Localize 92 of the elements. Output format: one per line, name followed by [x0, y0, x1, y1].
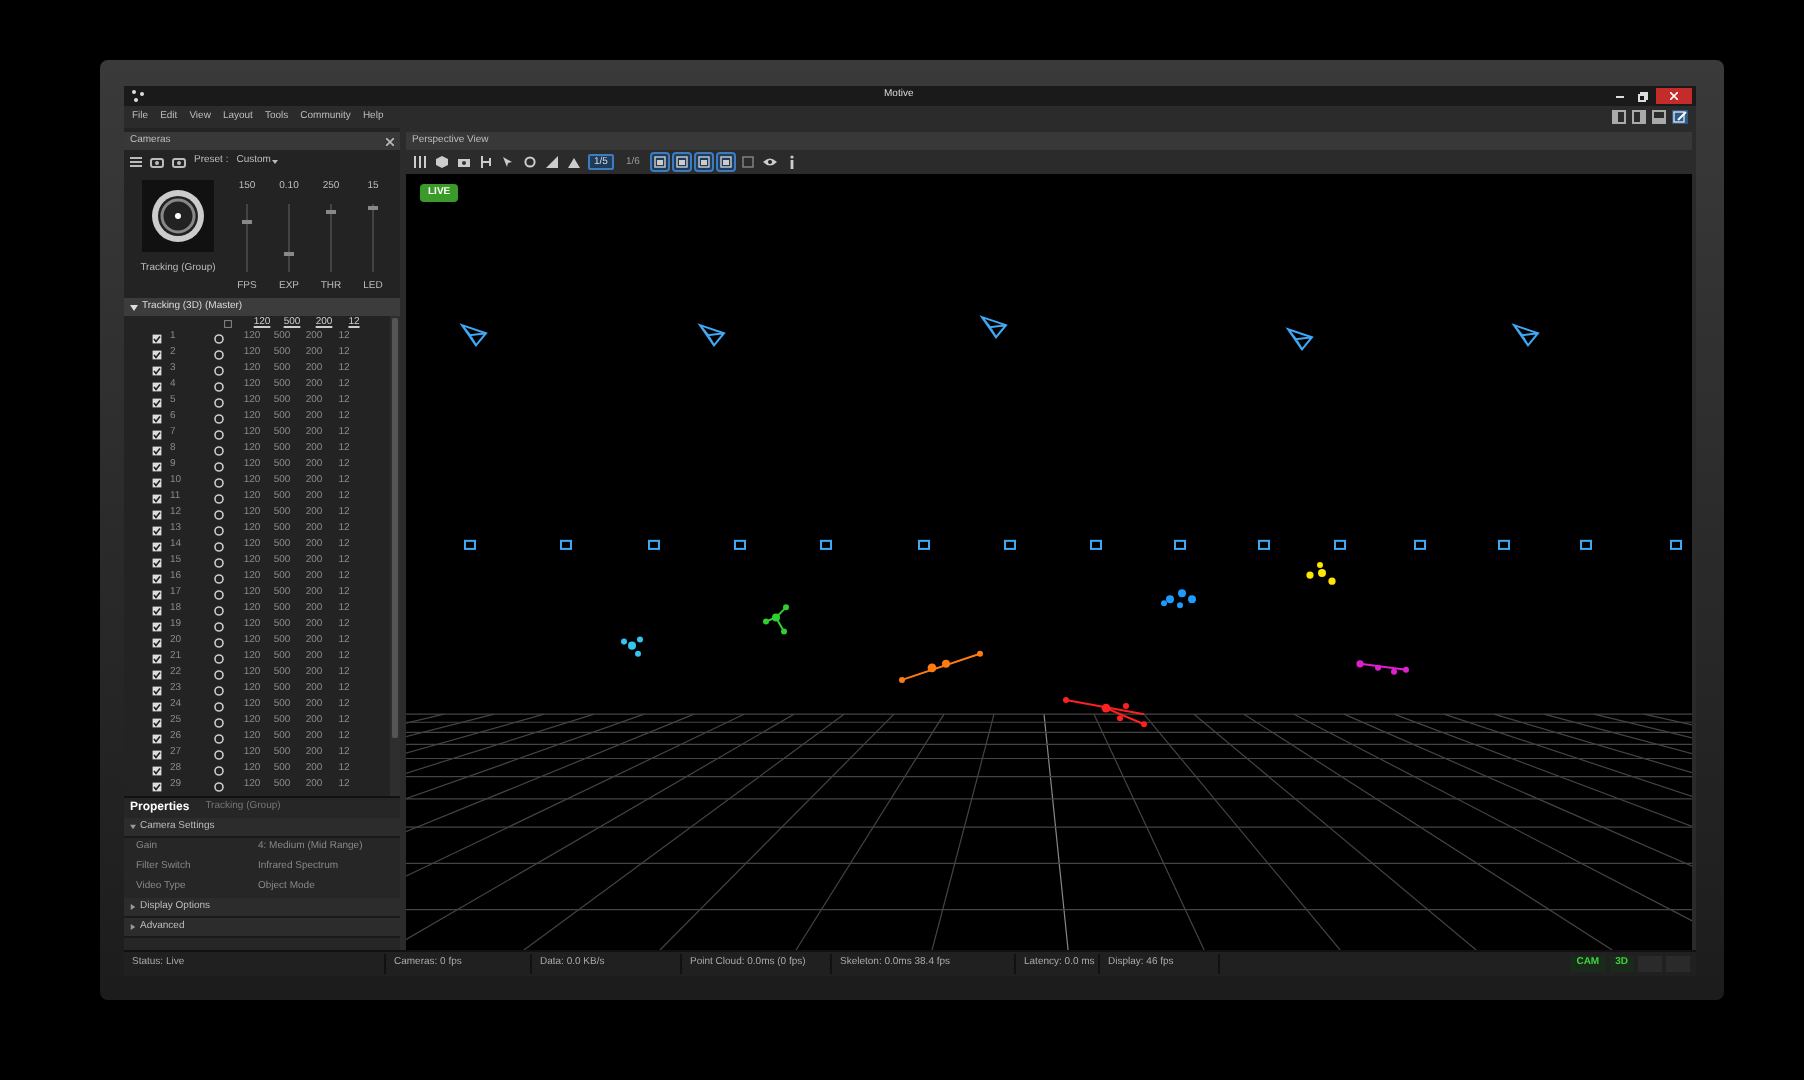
camera-icon[interactable] [172, 156, 186, 168]
checkbox[interactable] [152, 653, 162, 663]
caret-icon [272, 160, 279, 164]
close-icon[interactable] [386, 137, 394, 145]
slider-thumb[interactable] [326, 209, 336, 214]
checkbox[interactable] [152, 461, 162, 471]
rotate-icon[interactable] [522, 154, 538, 170]
layout-icon[interactable] [1632, 110, 1646, 124]
camera-frustum-icon[interactable] [461, 324, 488, 347]
marker-cluster[interactable] [763, 604, 789, 635]
slider-thumb[interactable] [368, 206, 378, 211]
camera-frustum-icon[interactable] [1513, 324, 1540, 347]
checkbox[interactable] [152, 381, 162, 391]
checkbox[interactable] [152, 397, 162, 407]
minimize-icon [1616, 95, 1624, 97]
list-icon[interactable] [130, 156, 142, 168]
camera-icon[interactable] [918, 539, 930, 550]
marker-cluster[interactable] [1063, 697, 1147, 728]
camera-icon[interactable] [1414, 539, 1426, 550]
camera-frustum-icon[interactable] [981, 316, 1008, 339]
camera-icon[interactable] [1670, 539, 1682, 550]
cube-icon[interactable] [434, 154, 450, 170]
cursor-icon[interactable] [500, 154, 516, 170]
camera-icon[interactable] [820, 539, 832, 550]
scrollbar[interactable] [390, 316, 400, 796]
marker-cluster[interactable] [1306, 562, 1336, 585]
camera-icon[interactable] [1498, 539, 1510, 550]
layout-icon[interactable] [1652, 110, 1666, 124]
camera-icon[interactable] [734, 539, 746, 550]
camera-icon[interactable] [464, 539, 476, 550]
checkbox[interactable] [152, 637, 162, 647]
checkbox[interactable] [152, 509, 162, 519]
checkbox[interactable] [152, 605, 162, 615]
checkbox[interactable] [152, 765, 162, 775]
caret-icon[interactable] [130, 904, 136, 910]
checkbox[interactable] [152, 333, 162, 343]
layout-icon[interactable] [1612, 110, 1626, 124]
checkbox[interactable] [152, 669, 162, 679]
caret-icon[interactable] [130, 824, 136, 830]
view-icon[interactable] [673, 154, 690, 170]
camera-icon[interactable] [1580, 539, 1592, 550]
camera-icon[interactable] [560, 539, 572, 550]
restore-button[interactable] [1634, 88, 1650, 104]
marker-cluster[interactable] [1161, 589, 1196, 609]
checkbox[interactable] [152, 557, 162, 567]
camera-icon[interactable] [1334, 539, 1346, 550]
checkbox[interactable] [152, 349, 162, 359]
close-button[interactable] [1656, 88, 1692, 104]
checkbox[interactable] [152, 573, 162, 583]
camera-icon[interactable] [456, 154, 472, 170]
checkbox[interactable] [152, 445, 162, 455]
app-logo-icon [132, 90, 144, 102]
corner-icon[interactable] [544, 154, 560, 170]
checkbox[interactable] [152, 621, 162, 631]
checkbox[interactable] [152, 541, 162, 551]
marker-cluster[interactable] [1356, 660, 1409, 675]
checkbox[interactable] [152, 429, 162, 439]
tree-icon[interactable] [478, 154, 494, 170]
checkbox[interactable] [152, 589, 162, 599]
camera-icon[interactable] [1258, 539, 1270, 550]
camera-icon[interactable] [150, 156, 164, 168]
checkbox[interactable] [152, 365, 162, 375]
camera-icon[interactable] [1174, 539, 1186, 550]
camera-icon[interactable] [1090, 539, 1102, 550]
checkbox[interactable] [152, 781, 162, 791]
checkbox[interactable] [152, 749, 162, 759]
checkbox[interactable] [152, 733, 162, 743]
scale-icon[interactable] [566, 154, 582, 170]
checkbox[interactable] [224, 319, 232, 327]
view-icon[interactable] [651, 154, 668, 170]
edit-layout-icon[interactable] [1672, 110, 1688, 124]
checkbox[interactable] [152, 477, 162, 487]
camera-frustum-icon[interactable] [1287, 328, 1314, 351]
eye-icon[interactable] [761, 154, 778, 170]
grid-icon[interactable] [412, 154, 428, 170]
restore-icon [1637, 91, 1647, 101]
camera-icon[interactable] [648, 539, 660, 550]
camera-frustum-icon[interactable] [699, 324, 726, 347]
marker-cluster[interactable] [899, 650, 983, 683]
marker-cluster[interactable] [621, 636, 643, 657]
caret-icon[interactable] [130, 303, 138, 311]
checkbox[interactable] [152, 701, 162, 711]
caret-icon[interactable] [130, 924, 136, 930]
checkbox[interactable] [152, 717, 162, 727]
view-icon[interactable] [695, 154, 712, 170]
close-icon [1670, 92, 1678, 100]
checkbox[interactable] [152, 685, 162, 695]
checkbox[interactable] [152, 525, 162, 535]
camera-icon[interactable] [1004, 539, 1016, 550]
view-icon[interactable] [717, 154, 734, 170]
checkbox[interactable] [152, 493, 162, 503]
checkbox[interactable] [152, 413, 162, 423]
